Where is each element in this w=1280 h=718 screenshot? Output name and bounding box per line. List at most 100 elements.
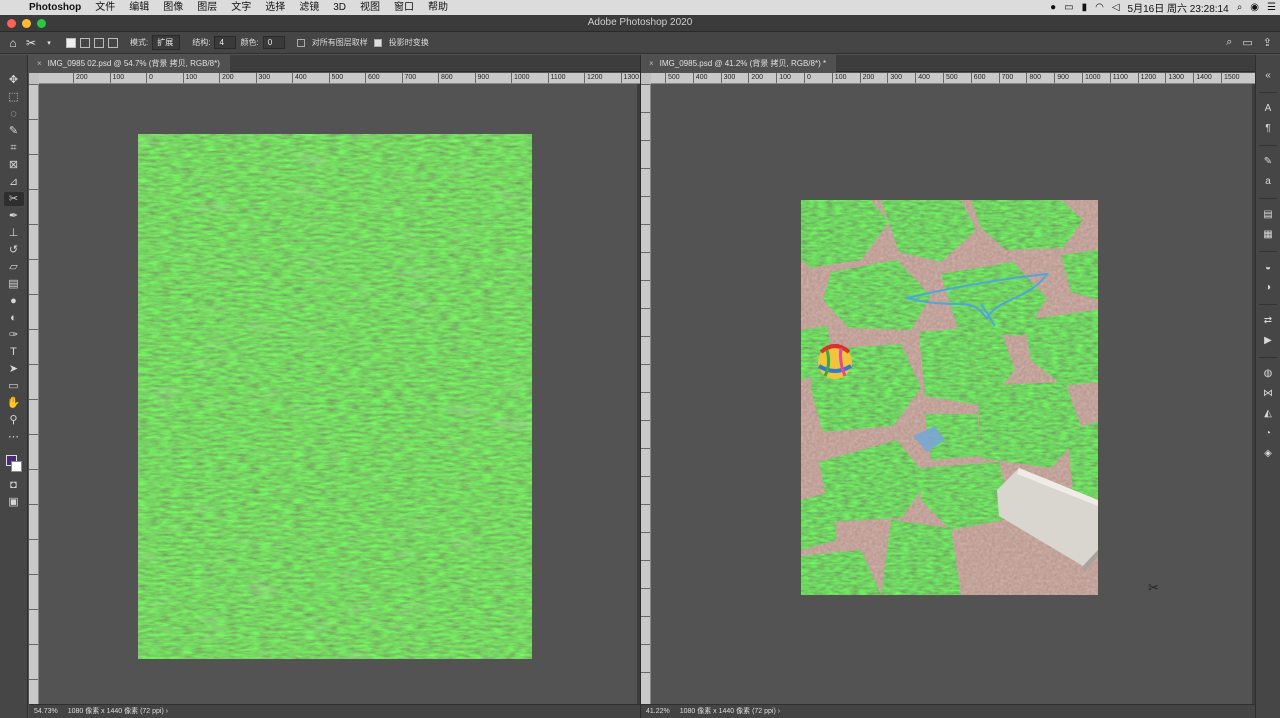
search-icon[interactable]: ⌕	[1226, 36, 1232, 49]
dodge-tool-icon[interactable]: ◐	[4, 311, 24, 325]
tool-preset-icon[interactable]: ✂	[24, 36, 38, 50]
close-tab-icon[interactable]: ×	[37, 59, 42, 68]
grass-texture-image[interactable]	[138, 134, 532, 659]
timeline-panel-icon[interactable]: ⇄	[1260, 314, 1276, 328]
layers-panel-icon[interactable]: ◈	[1260, 447, 1276, 461]
ruler-tick	[29, 539, 38, 574]
intersect-selection-icon[interactable]	[108, 37, 118, 48]
menu-edit[interactable]: 编辑	[122, 0, 156, 15]
pen-tool-icon[interactable]: ✑	[4, 328, 24, 342]
more-tools-icon[interactable]: ⋯	[4, 430, 24, 444]
structure-select[interactable]: 4	[214, 36, 237, 49]
left-zoom-level[interactable]: 54.73%	[34, 708, 58, 715]
styles-panel-icon[interactable]: ◔	[1260, 427, 1276, 441]
chevron-right-icon[interactable]: ›	[166, 708, 168, 715]
glyphs-panel-icon[interactable]: a	[1260, 175, 1276, 189]
workspace-icon[interactable]: ▭	[1242, 36, 1252, 49]
right-document-tab[interactable]: × IMG_0985.psd @ 41.2% (背景 拷贝, RGB/8*) *	[641, 55, 837, 72]
ruler-tick-label: 1200	[1137, 73, 1156, 83]
menu-select[interactable]: 选择	[258, 0, 292, 15]
libraries-panel-icon[interactable]: ▤	[1260, 208, 1276, 222]
lasso-tool-icon[interactable]: ◌	[4, 107, 24, 121]
subtract-selection-icon[interactable]	[94, 37, 104, 48]
quick-mask-icon[interactable]: ◘	[4, 478, 24, 492]
menu-window[interactable]: 窗口	[387, 0, 421, 15]
lawn-photo-image[interactable]	[801, 200, 1098, 595]
eraser-tool-icon[interactable]: ▱	[4, 260, 24, 274]
rectangle-tool-icon[interactable]: ▭	[4, 379, 24, 393]
menu-help[interactable]: 帮助	[421, 0, 455, 15]
menu-view[interactable]: 视图	[353, 0, 387, 15]
vertical-ruler[interactable]	[29, 84, 39, 704]
vertical-ruler[interactable]	[641, 84, 651, 704]
brush-tool-icon[interactable]: ✒	[4, 209, 24, 223]
new-selection-icon[interactable]	[66, 37, 76, 48]
marquee-tool-icon[interactable]: ⬚	[4, 90, 24, 104]
menu-image[interactable]: 图像	[156, 0, 190, 15]
clock-text[interactable]: 5月16日 周六 23:28:14	[1128, 0, 1229, 15]
collapse-panels-icon[interactable]: «	[1260, 69, 1276, 83]
color-swatches[interactable]	[4, 453, 24, 475]
ruler-corner[interactable]	[641, 73, 651, 84]
frame-tool-icon[interactable]: ⊠	[4, 158, 24, 172]
home-icon[interactable]: ⌂	[6, 36, 20, 50]
move-tool-icon[interactable]: ✥	[4, 73, 24, 87]
menu-filter[interactable]: 滤镜	[292, 0, 326, 15]
color-select[interactable]: 0	[262, 36, 285, 49]
horizontal-ruler[interactable]: 200 100 0 100 200 300 400 500 600 700 800 900 1000 11…	[39, 73, 640, 84]
ruler-tick-label: 1300	[620, 73, 639, 83]
display-icon[interactable]: ▭	[1064, 2, 1073, 13]
menu-layer[interactable]: 图层	[190, 0, 224, 15]
transform-on-drop-checkbox[interactable]	[373, 38, 382, 47]
menu-3d[interactable]: 3D	[326, 0, 353, 15]
background-color-swatch[interactable]	[10, 461, 22, 472]
ruler-tick-label: 400	[292, 73, 307, 83]
ruler-corner[interactable]	[29, 73, 39, 84]
blur-tool-icon[interactable]: ●	[4, 294, 24, 308]
properties-panel-icon[interactable]: ▦	[1260, 228, 1276, 242]
hand-tool-icon[interactable]: ✋	[4, 396, 24, 410]
paragraph-panel-icon[interactable]: ¶	[1260, 122, 1276, 136]
share-icon[interactable]: ⇪	[1263, 36, 1272, 49]
volume-icon[interactable]: ◁	[1112, 2, 1120, 13]
3d-panel-icon[interactable]: ◍	[1260, 367, 1276, 381]
brushes-panel-icon[interactable]: ✎	[1260, 155, 1276, 169]
character-panel-icon[interactable]: A	[1260, 102, 1276, 116]
screen-mode-icon[interactable]: ▣	[4, 495, 24, 509]
path-select-tool-icon[interactable]: ➤	[4, 362, 24, 376]
eyedropper-tool-icon[interactable]: ⊿	[4, 175, 24, 189]
siri-icon[interactable]: ◉	[1250, 2, 1259, 13]
chevron-right-icon[interactable]: ›	[778, 708, 780, 715]
menu-file[interactable]: 文件	[88, 0, 122, 15]
horizontal-ruler[interactable]: 500 400 300 200 100 0 100 200 300 400 500 600 700 800…	[651, 73, 1255, 84]
battery-icon[interactable]: ▮	[1082, 2, 1088, 13]
menu-type[interactable]: 文字	[224, 0, 258, 15]
channels-panel-icon[interactable]: ◭	[1260, 407, 1276, 421]
history-brush-tool-icon[interactable]: ↺	[4, 243, 24, 257]
right-canvas-area[interactable]: ✂	[651, 84, 1255, 704]
add-selection-icon[interactable]	[80, 37, 90, 48]
close-tab-icon[interactable]: ×	[649, 59, 654, 68]
chevron-down-icon[interactable]: ▾	[42, 39, 56, 47]
quick-select-tool-icon[interactable]: ✎	[4, 124, 24, 138]
menu-app-name[interactable]: Photoshop	[22, 0, 88, 15]
zoom-tool-icon[interactable]: ⚲	[4, 413, 24, 427]
right-zoom-level[interactable]: 41.22%	[646, 708, 670, 715]
paths-panel-icon[interactable]: ⋈	[1260, 387, 1276, 401]
color-panel-icon[interactable]: ◑	[1260, 281, 1276, 295]
left-document-tab[interactable]: × IMG_0985 02.psd @ 54.7% (背景 拷贝, RGB/8*)	[29, 55, 230, 72]
left-canvas-area[interactable]	[39, 84, 640, 704]
type-tool-icon[interactable]: T	[4, 345, 24, 359]
record-icon[interactable]: ●	[1050, 2, 1056, 13]
crop-tool-icon[interactable]: ⌗	[4, 141, 24, 155]
sample-all-layers-checkbox[interactable]	[296, 38, 305, 47]
gradient-tool-icon[interactable]: ▤	[4, 277, 24, 291]
spotlight-icon[interactable]: ⌕	[1237, 2, 1243, 13]
mode-select[interactable]: 扩展	[152, 35, 181, 50]
adjustments-panel-icon[interactable]: ◒	[1260, 261, 1276, 275]
actions-panel-icon[interactable]: ▶	[1260, 334, 1276, 348]
wifi-icon[interactable]: ◠	[1095, 2, 1104, 13]
control-center-icon[interactable]: ☰	[1267, 2, 1276, 13]
content-aware-move-tool-icon[interactable]: ✂	[3, 192, 24, 206]
stamp-tool-icon[interactable]: ⊥	[4, 226, 24, 240]
